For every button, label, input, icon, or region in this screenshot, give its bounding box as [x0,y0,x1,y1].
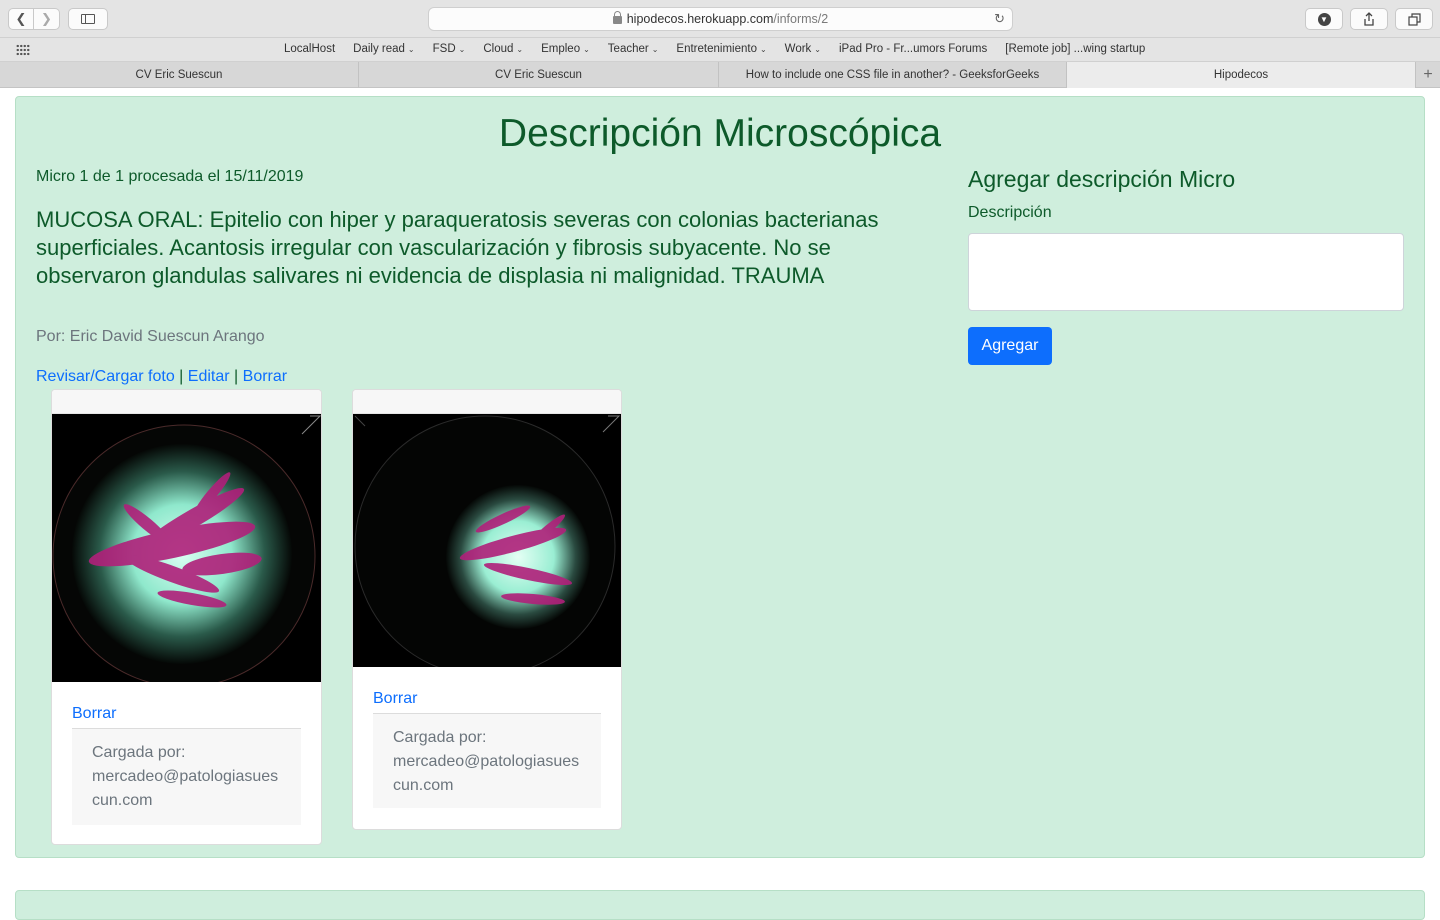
favorite-item[interactable]: Entretenimiento ⌄ [676,43,766,55]
tab-label: CV Eric Suescun [495,69,582,81]
add-description-title: Agregar descripción Micro [968,166,1236,192]
reload-icon[interactable]: ↻ [994,11,1005,27]
next-panel [15,890,1425,920]
downloads-button[interactable]: ▼ [1305,8,1343,30]
favorite-label: FSD [432,43,456,55]
favorite-label: iPad Pro - Fr...umors Forums [839,43,988,55]
chevron-left-icon: ❮ [15,11,27,26]
favorite-item[interactable]: Teacher ⌄ [608,43,659,55]
micro-meta: Micro 1 de 1 procesada el 15/11/2019 [36,168,304,185]
chevron-down-icon: ⌄ [407,45,415,54]
back-button[interactable]: ❮ [8,8,34,30]
favorite-label: Daily read [353,43,405,55]
browser-tab[interactable]: How to include one CSS file in another? … [719,62,1067,88]
description-label: Descripción [968,204,1052,221]
favorite-item[interactable]: Empleo ⌄ [541,43,590,55]
micro-description: MUCOSA ORAL: Epitelio con hiper y paraqu… [36,207,879,288]
tabs-overview-icon [1407,12,1421,26]
favorite-item[interactable]: LocalHost [284,43,335,55]
tab-bar: CV Eric Suescun CV Eric Suescun How to inc… [0,62,1440,88]
browser-tab[interactable]: CV Eric Suescun [359,62,719,88]
micro-actions: Revisar/Cargar foto | Editar | Borrar [36,368,287,386]
chevron-down-icon: ⌄ [583,45,590,54]
favorite-label: Empleo [541,43,581,55]
favorite-label: LocalHost [284,43,336,55]
add-button[interactable]: Agregar [968,327,1052,365]
url-path: /informs/2 [773,12,829,26]
chevron-down-icon: ⌄ [814,45,821,54]
apps-grid-icon[interactable] [16,44,30,56]
uploaded-by-email: mercadeo@patologiasuescun.com [393,753,580,794]
favorite-label: Work [784,43,812,55]
action-separator: | [234,368,239,385]
micrograph-image [353,414,621,667]
tab-label: Hipodecos [1213,69,1269,81]
review-photo-link[interactable]: Revisar/Cargar foto [36,368,175,385]
favorites-list: LocalHost Daily read ⌄ FSD ⌄ Cloud ⌄ Empleo ⌄ Tea… [284,43,1163,55]
favorite-label: Entretenimiento [676,43,757,55]
history-nav: ❮ ❯ [8,8,60,30]
favorite-item[interactable]: Daily read ⌄ [353,43,414,55]
photo-card: Borrar Cargada por: mercadeo@patologiasu… [51,389,322,845]
chevron-down-icon: ⌄ [516,45,524,54]
tabs-overview-button[interactable] [1395,8,1433,30]
tab-label: How to include one CSS file in another? … [745,69,1040,81]
sidebar-icon [81,14,95,24]
favorite-label: Teacher [607,43,649,55]
favorite-item[interactable]: Cloud ⌄ [483,43,523,55]
address-bar[interactable]: hipodecos.herokuapp.com/informs/2 ↻ [428,7,1013,31]
download-icon: ▼ [1317,12,1331,26]
chevron-right-icon: ❯ [41,11,52,26]
share-button[interactable] [1350,8,1388,30]
delete-photo-link[interactable]: Borrar [72,705,116,723]
new-tab-icon[interactable]: + [1416,62,1440,88]
share-icon [1364,12,1374,26]
card-header [353,390,621,414]
chevron-down-icon: ⌄ [458,45,466,54]
photo-card: Borrar Cargada por: mercadeo@patologiasu… [352,389,622,830]
description-textarea[interactable] [968,233,1404,311]
delete-link[interactable]: Borrar [243,368,287,385]
forward-button[interactable]: ❯ [34,8,60,30]
page-title: Descripción Microscópica [498,112,942,155]
sidebar-toggle-button[interactable] [68,8,108,30]
card-footer: Cargada por: mercadeo@patologiasuescun.c… [373,714,601,808]
chevron-down-icon: ⌄ [651,45,659,54]
favorites-bar: LocalHost Daily read ⌄ FSD ⌄ Cloud ⌄ Empleo ⌄ Tea… [0,38,1440,62]
uploaded-by-email: mercadeo@patologiasuescun.com [92,768,279,809]
favorite-item[interactable]: [Remote job] ...wing startup [1005,43,1145,55]
edit-link[interactable]: Editar [188,368,230,385]
chevron-down-icon: ⌄ [759,45,767,54]
browser-tab[interactable]: Hipodecos [1067,62,1416,88]
lock-icon [612,11,622,24]
browser-tab[interactable]: CV Eric Suescun [0,62,359,88]
favorite-label: Cloud [483,43,514,55]
favorite-item[interactable]: FSD ⌄ [433,43,466,55]
author-line: Por: Eric David Suescun Arango [36,328,265,345]
uploaded-by-label: Cargada por: [393,729,487,746]
tab-label: CV Eric Suescun [135,69,223,81]
uploaded-by-label: Cargada por: [92,744,186,761]
favorite-item[interactable]: Work ⌄ [785,43,821,55]
favorite-item[interactable]: iPad Pro - Fr...umors Forums [839,43,987,55]
card-footer: Cargada por: mercadeo@patologiasuescun.c… [72,729,301,825]
url-host: hipodecos.herokuapp.com [626,12,774,26]
card-header [52,390,321,414]
action-separator: | [179,368,184,385]
browser-toolbar: ❮ ❯ hipodecos.herokuapp.com/informs/2 ↻ … [0,0,1440,38]
delete-photo-link[interactable]: Borrar [373,690,417,708]
favorite-label: [Remote job] ...wing startup [1005,43,1146,55]
micrograph-image [52,414,321,682]
